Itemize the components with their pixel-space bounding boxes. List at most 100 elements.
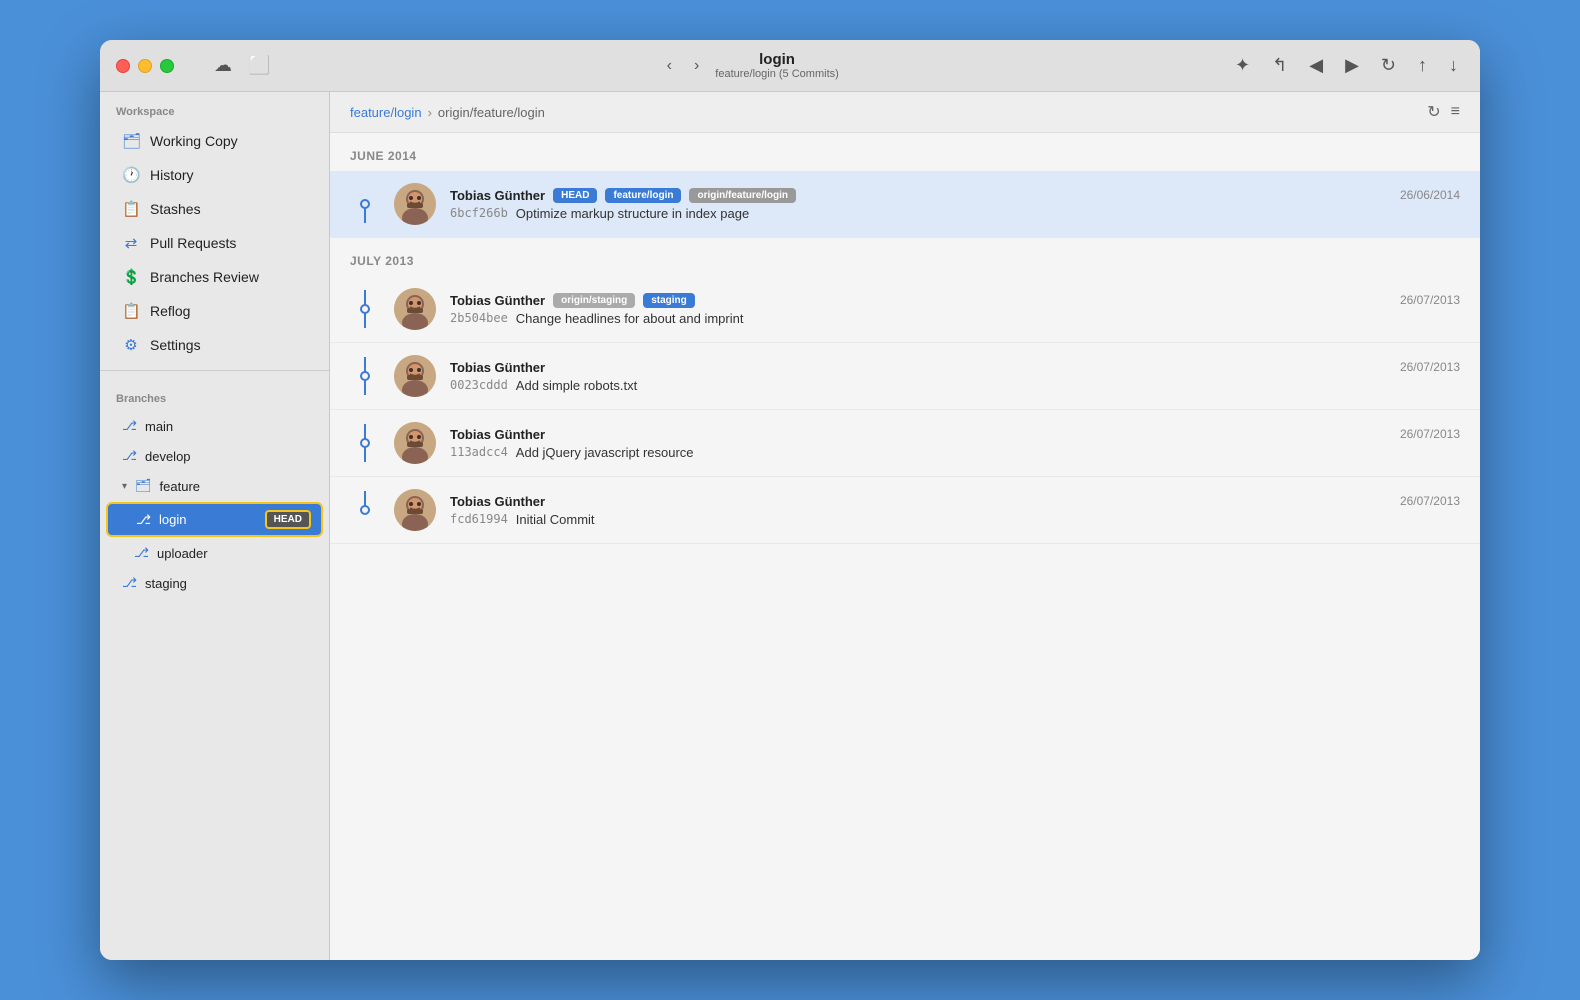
branch-icon-staging: ⎇ [122, 575, 137, 591]
commit-row-5[interactable]: Tobias Günther 26/07/2013 fcd61994 Initi… [330, 477, 1480, 544]
push-button[interactable]: ▶ [1339, 51, 1365, 80]
traffic-lights [116, 59, 174, 73]
sidebar-item-branches-review[interactable]: 💲 Branches Review [106, 261, 323, 293]
date-section-july-2013: JULY 2013 [330, 238, 1480, 276]
avatar-3 [394, 355, 436, 397]
branch-icon-develop: ⎇ [122, 448, 137, 464]
breadcrumb-bar: feature/login › origin/feature/login ↻ ≡ [330, 92, 1480, 133]
commit-top-5: Tobias Günther 26/07/2013 [450, 494, 1460, 509]
commit-info-3: Tobias Günther 26/07/2013 0023cddd Add s… [450, 360, 1460, 393]
main-content: Workspace 🗂 Working Copy 🕐 History 📋 Sta… [100, 92, 1480, 960]
commit-top-4: Tobias Günther 26/07/2013 [450, 427, 1460, 442]
graph-dot-4 [360, 438, 370, 448]
refresh-button[interactable]: ↻ [1375, 51, 1402, 80]
commit-message-3: Add simple robots.txt [516, 378, 637, 393]
commit-row-4[interactable]: Tobias Günther 26/07/2013 113adcc4 Add j… [330, 410, 1480, 477]
commit-author-5: Tobias Günther [450, 494, 545, 509]
sidebar-item-stashes[interactable]: 📋 Stashes [106, 193, 323, 225]
sidebar-item-pull-requests[interactable]: ⇄ Pull Requests [106, 227, 323, 259]
branches-review-icon: 💲 [122, 268, 140, 286]
graph-col-4 [350, 438, 380, 448]
avatar-1 [394, 183, 436, 225]
graph-col-3 [350, 371, 380, 381]
ai-action-button[interactable]: ✦ [1229, 51, 1256, 80]
graph-dot-3 [360, 371, 370, 381]
repo-info: login feature/login (5 Commits) [715, 51, 839, 80]
refresh-bc-button[interactable]: ↻ [1427, 102, 1440, 122]
filter-bc-button[interactable]: ≡ [1451, 102, 1460, 122]
sidebar-item-settings[interactable]: ⚙ Settings [106, 329, 323, 361]
app-window: ☁ ⬜ ‹ › login feature/login (5 Commits) … [100, 40, 1480, 960]
commit-info-4: Tobias Günther 26/07/2013 113adcc4 Add j… [450, 427, 1460, 460]
maximize-button[interactable] [160, 59, 174, 73]
commit-bottom-2: 2b504bee Change headlines for about and … [450, 311, 1460, 326]
branch-label-develop: develop [145, 449, 191, 464]
graph-col-5 [350, 505, 380, 515]
commit-row-1[interactable]: Tobias Günther HEAD feature/login origin… [330, 171, 1480, 238]
commit-info-2: Tobias Günther origin/staging staging 26… [450, 293, 1460, 326]
commit-info-1: Tobias Günther HEAD feature/login origin… [450, 188, 1460, 221]
commit-row-3[interactable]: Tobias Günther 26/07/2013 0023cddd Add s… [330, 343, 1480, 410]
fetch-button[interactable]: ↰ [1266, 51, 1293, 80]
commit-bottom-4: 113adcc4 Add jQuery javascript resource [450, 445, 1460, 460]
sidebar-item-label: Stashes [150, 201, 201, 217]
commit-row-2[interactable]: Tobias Günther origin/staging staging 26… [330, 276, 1480, 343]
commit-hash-3: 0023cddd [450, 378, 508, 392]
commit-bottom-3: 0023cddd Add simple robots.txt [450, 378, 1460, 393]
commit-top-1: Tobias Günther HEAD feature/login origin… [450, 188, 1460, 203]
branch-label-feature: feature [160, 479, 200, 494]
title-bar: ☁ ⬜ ‹ › login feature/login (5 Commits) … [100, 40, 1480, 92]
graph-col-2 [350, 304, 380, 314]
branch-item-develop[interactable]: ⎇ develop [106, 442, 323, 470]
login-item-wrap: ⎇ login HEAD [100, 501, 329, 538]
branch-item-staging[interactable]: ⎇ staging [106, 569, 323, 597]
tag-head-1: HEAD [553, 188, 597, 203]
up-button[interactable]: ↑ [1412, 51, 1433, 80]
head-badge-login: HEAD [265, 510, 311, 529]
commit-top-3: Tobias Günther 26/07/2013 [450, 360, 1460, 375]
reflog-icon: 📋 [122, 302, 140, 320]
commit-author-1: Tobias Günther [450, 188, 545, 203]
forward-button[interactable]: › [688, 53, 705, 79]
branch-item-login[interactable]: ⎇ login HEAD [106, 502, 323, 537]
down-button[interactable]: ↓ [1443, 51, 1464, 80]
sidebar-item-reflog[interactable]: 📋 Reflog [106, 295, 323, 327]
sidebar-divider [100, 370, 329, 371]
branch-icon-uploader: ⎇ [134, 545, 149, 561]
pull-button[interactable]: ◀ [1303, 51, 1329, 80]
commit-date-2: 26/07/2013 [1400, 293, 1460, 307]
commit-hash-4: 113adcc4 [450, 445, 508, 459]
repo-subtitle: feature/login (5 Commits) [715, 68, 839, 80]
commit-hash-5: fcd61994 [450, 512, 508, 526]
settings-icon: ⚙ [122, 336, 140, 354]
commit-bottom-5: fcd61994 Initial Commit [450, 512, 1460, 527]
sidebar-item-label: History [150, 167, 194, 183]
branch-item-main[interactable]: ⎇ main [106, 412, 323, 440]
tag-feature-login-1: feature/login [605, 188, 681, 203]
graph-dot-2 [360, 304, 370, 314]
tag-origin-staging-2: origin/staging [553, 293, 635, 308]
cloud-icon[interactable]: ☁ [214, 55, 232, 76]
back-button[interactable]: ‹ [661, 53, 678, 79]
close-button[interactable] [116, 59, 130, 73]
commit-message-4: Add jQuery javascript resource [516, 445, 694, 460]
commit-date-4: 26/07/2013 [1400, 427, 1460, 441]
repo-title: login [759, 51, 795, 68]
drive-icon[interactable]: ⬜ [248, 55, 270, 76]
sidebar-item-history[interactable]: 🕐 History [106, 159, 323, 191]
commit-author-2: Tobias Günther [450, 293, 545, 308]
sidebar-item-working-copy[interactable]: 🗂 Working Copy [106, 125, 323, 157]
sidebar: Workspace 🗂 Working Copy 🕐 History 📋 Sta… [100, 92, 330, 960]
minimize-button[interactable] [138, 59, 152, 73]
commit-bottom-1: 6bcf266b Optimize markup structure in in… [450, 206, 1460, 221]
stashes-icon: 📋 [122, 200, 140, 218]
sidebar-item-label: Branches Review [150, 269, 259, 285]
branch-item-uploader[interactable]: ⎇ uploader [106, 539, 323, 567]
tag-staging-2: staging [643, 293, 695, 308]
sidebar-item-label: Working Copy [150, 133, 238, 149]
breadcrumb-local[interactable]: feature/login [350, 105, 422, 120]
breadcrumb-separator: › [428, 105, 432, 120]
branch-folder-feature[interactable]: ▾ 🗂 feature [106, 472, 323, 500]
branch-label-login: login [159, 512, 186, 527]
title-bar-actions: ✦ ↰ ◀ ▶ ↻ ↑ ↓ [1229, 51, 1464, 80]
